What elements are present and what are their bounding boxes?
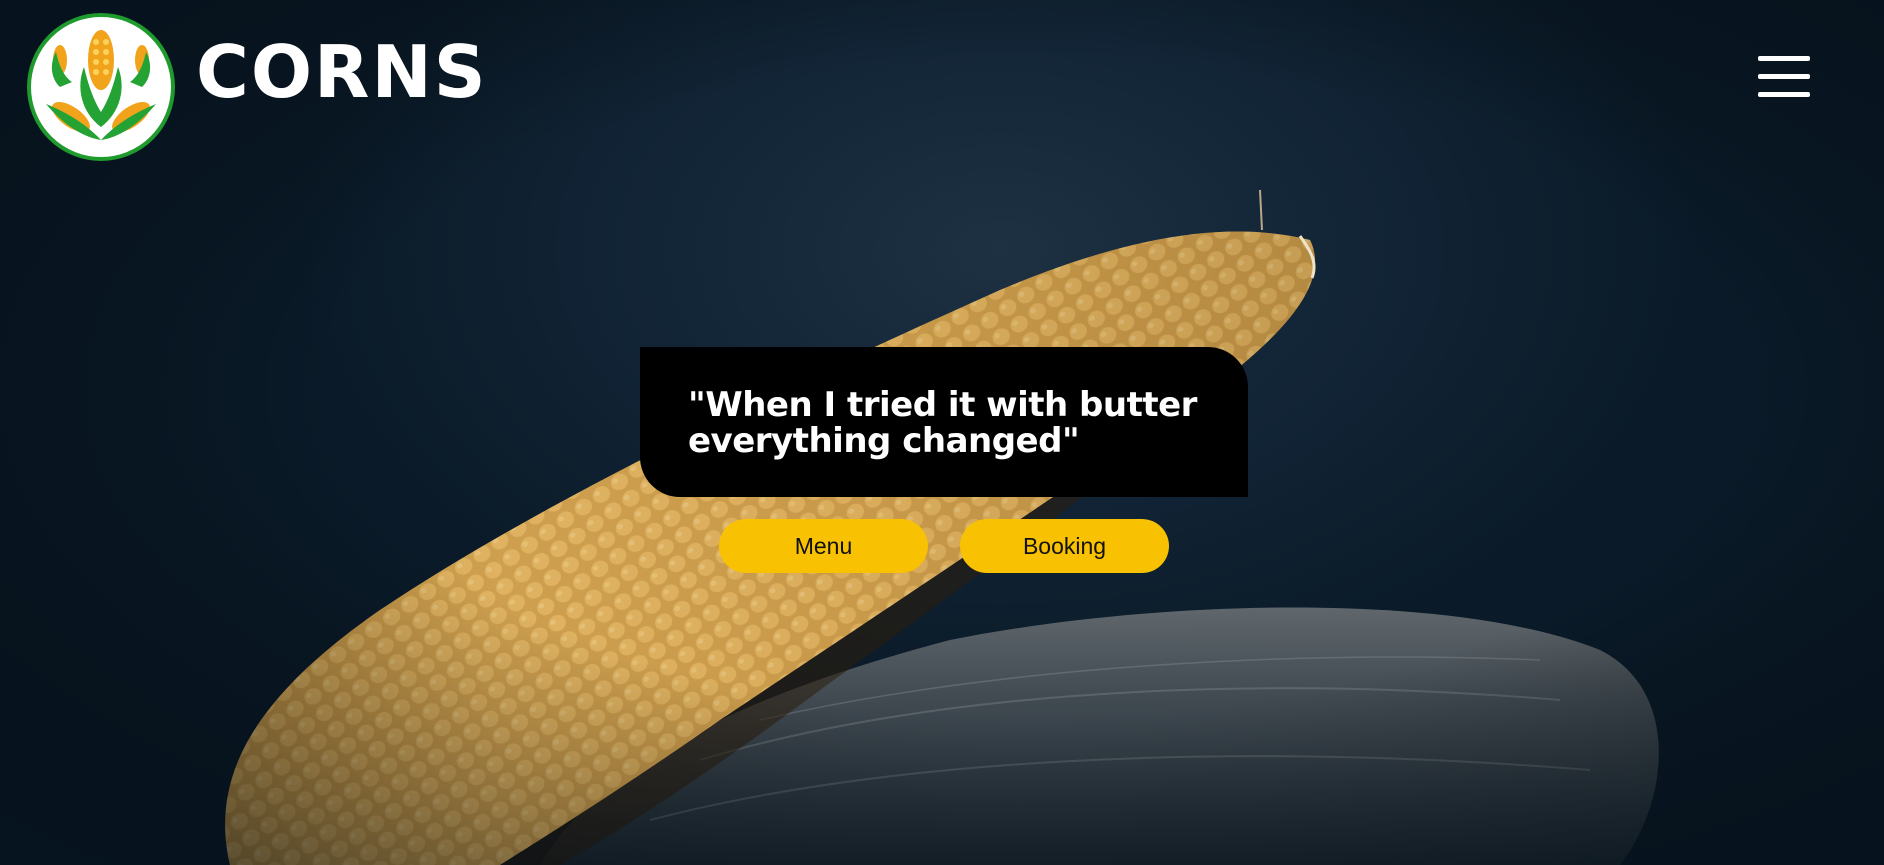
- quote-box: "When I tried it with butter everything …: [640, 347, 1248, 497]
- hamburger-line: [1758, 56, 1810, 61]
- menu-button[interactable]: Menu: [719, 519, 928, 573]
- brand-name[interactable]: CORNS: [196, 36, 488, 108]
- hamburger-line: [1758, 92, 1810, 97]
- hero-section: CORNS "When I tried it with butter every…: [0, 0, 1884, 865]
- booking-button[interactable]: Booking: [960, 519, 1169, 573]
- hero-quote: "When I tried it with butter everything …: [688, 385, 1197, 461]
- corn-logo-icon[interactable]: [26, 12, 176, 162]
- hamburger-line: [1758, 74, 1810, 79]
- hamburger-menu-icon[interactable]: [1758, 56, 1810, 98]
